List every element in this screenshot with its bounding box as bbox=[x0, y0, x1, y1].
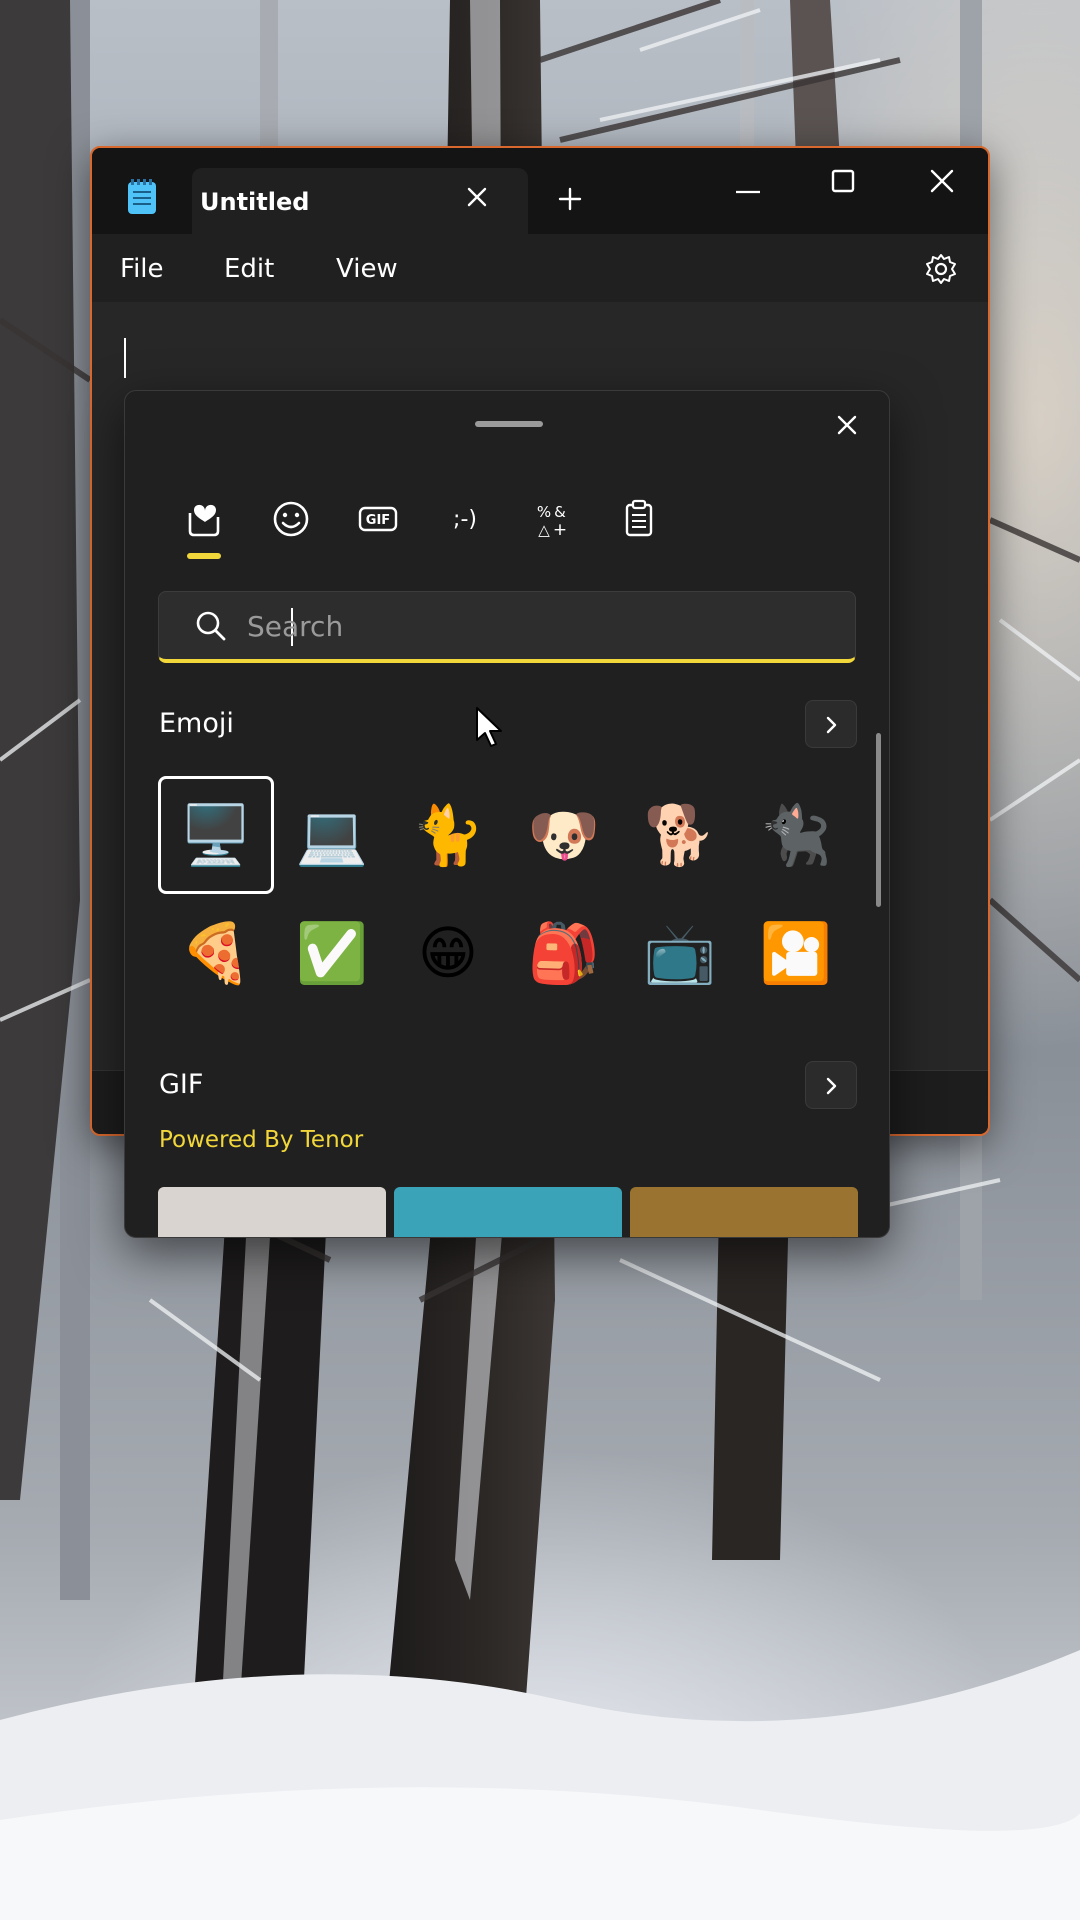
emoji-glyph: 🐶 bbox=[527, 801, 601, 869]
check-mark-button-emoji[interactable]: ✅ bbox=[274, 894, 390, 1012]
notepad-app-icon bbox=[128, 179, 156, 214]
gif-thumbnail[interactable] bbox=[158, 1187, 386, 1237]
search-input[interactable] bbox=[247, 602, 827, 650]
menu-file[interactable]: File bbox=[120, 254, 164, 284]
tab-kaomoji-icon[interactable]: ;-) bbox=[437, 491, 493, 547]
emoji-glyph: 📺 bbox=[643, 919, 717, 987]
gif-thumbnail[interactable] bbox=[394, 1187, 622, 1237]
desktop-computer-emoji[interactable]: 🖥️ bbox=[158, 776, 274, 894]
laptop-emoji[interactable]: 💻 bbox=[274, 776, 390, 894]
backpack-emoji[interactable]: 🎒 bbox=[506, 894, 622, 1012]
active-tab-indicator bbox=[187, 553, 221, 559]
black-cat-emoji[interactable]: 🐈‍⬛ bbox=[738, 776, 854, 894]
tab-clipboard-icon[interactable] bbox=[611, 491, 667, 547]
television-emoji[interactable]: 📺 bbox=[622, 894, 738, 1012]
text-caret bbox=[124, 338, 126, 378]
svg-text:;-): ;-) bbox=[453, 507, 477, 532]
emoji-glyph: 😁 bbox=[417, 919, 479, 987]
tab-emoji-smiley-icon[interactable] bbox=[263, 491, 319, 547]
cinema-emoji[interactable]: 🎦 bbox=[738, 894, 854, 1012]
emoji-panel: GIF ;-) % & △ + Emoji 🖥️ 💻 🐈 🐶 🐕 🐈‍⬛ 🍕 ✅ 😁 🎒 📺 🎦 GI… bbox=[124, 390, 890, 1238]
menu-edit[interactable]: Edit bbox=[224, 254, 274, 284]
panel-close-icon[interactable] bbox=[829, 407, 865, 443]
title-bar: Untitled bbox=[92, 148, 988, 234]
powered-by-tenor: Powered By Tenor bbox=[159, 1127, 364, 1153]
gif-section-title: GIF bbox=[159, 1069, 204, 1100]
pizza-emoji[interactable]: 🍕 bbox=[158, 894, 274, 1012]
svg-text:+: + bbox=[553, 520, 567, 540]
tab-title: Untitled bbox=[200, 188, 310, 216]
search-box[interactable] bbox=[158, 591, 856, 663]
cat-emoji[interactable]: 🐈 bbox=[390, 776, 506, 894]
tab-gif-icon[interactable]: GIF bbox=[350, 491, 406, 547]
svg-text:%: % bbox=[537, 503, 551, 521]
search-icon bbox=[196, 611, 226, 641]
emoji-glyph: 🎦 bbox=[759, 919, 833, 987]
emoji-glyph: 🍕 bbox=[179, 919, 253, 987]
gif-thumbnail[interactable] bbox=[630, 1187, 858, 1237]
tab-close-icon[interactable] bbox=[462, 182, 492, 212]
svg-text:△: △ bbox=[538, 521, 550, 539]
gif-section-more-button[interactable] bbox=[805, 1061, 857, 1109]
emoji-glyph: 🐕 bbox=[643, 801, 717, 869]
chevron-right-icon bbox=[826, 716, 837, 734]
panel-drag-handle[interactable] bbox=[475, 421, 543, 427]
svg-text:&: & bbox=[554, 503, 566, 521]
emoji-glyph: 🐈 bbox=[411, 801, 485, 869]
svg-text:GIF: GIF bbox=[366, 513, 390, 528]
settings-gear-icon[interactable] bbox=[924, 252, 958, 286]
beaming-face-emoji[interactable]: 😁 bbox=[390, 894, 506, 1012]
menu-view[interactable]: View bbox=[336, 254, 398, 284]
mouse-pointer-icon bbox=[476, 707, 502, 747]
emoji-glyph: 🐈‍⬛ bbox=[759, 801, 833, 869]
close-window-icon[interactable] bbox=[912, 162, 972, 206]
dog-face-emoji[interactable]: 🐶 bbox=[506, 776, 622, 894]
emoji-section-more-button[interactable] bbox=[805, 700, 857, 748]
maximize-icon[interactable] bbox=[813, 162, 873, 206]
menu-bar: File Edit View bbox=[92, 234, 988, 302]
tab-symbols-icon[interactable]: % & △ + bbox=[524, 491, 580, 547]
emoji-glyph: 💻 bbox=[295, 801, 369, 869]
emoji-section-title: Emoji bbox=[159, 708, 234, 739]
tab-most-used-heart-icon[interactable] bbox=[176, 491, 232, 547]
new-tab-plus-icon[interactable] bbox=[555, 184, 585, 214]
dog-emoji[interactable]: 🐕 bbox=[622, 776, 738, 894]
emoji-glyph: ✅ bbox=[295, 919, 369, 987]
chevron-right-icon bbox=[826, 1077, 837, 1095]
emoji-glyph: 🎒 bbox=[527, 919, 601, 987]
emoji-glyph: 🖥️ bbox=[179, 801, 253, 869]
panel-scrollbar[interactable] bbox=[876, 733, 881, 907]
minimize-icon[interactable] bbox=[718, 162, 778, 206]
